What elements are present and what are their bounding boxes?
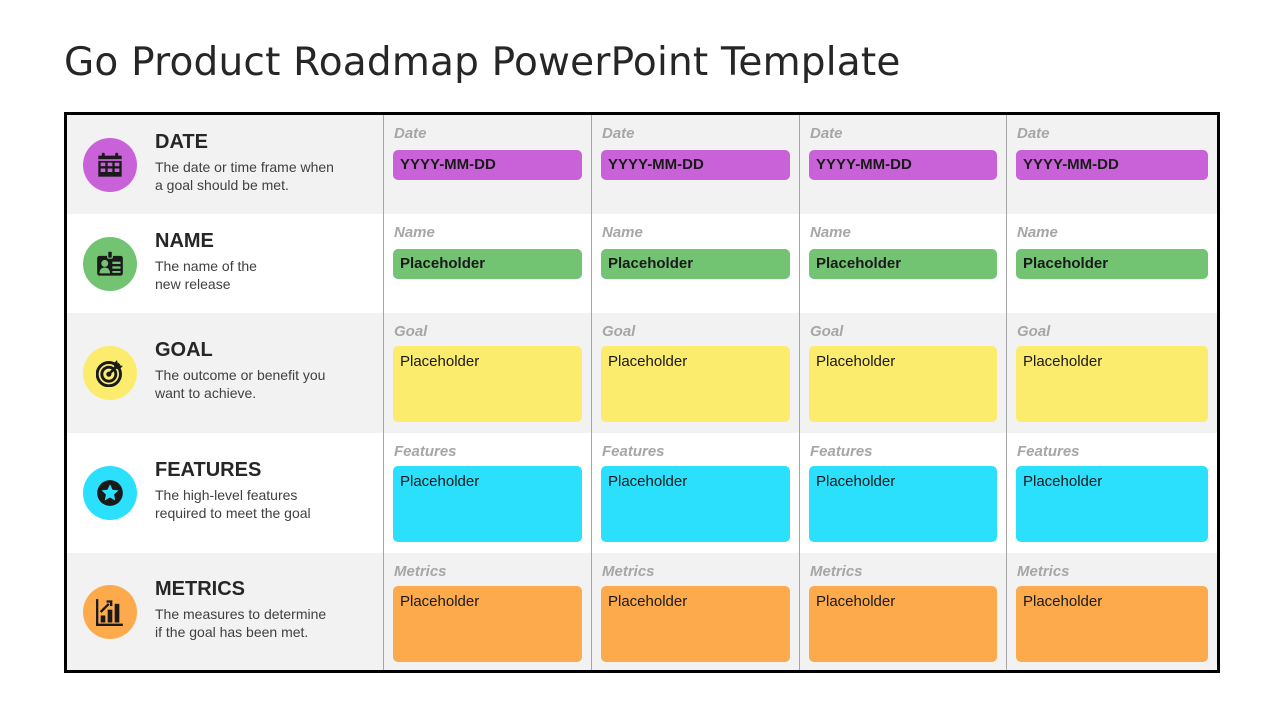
name-field[interactable]: Placeholder [809,249,997,279]
cell-caption: Metrics [810,563,863,580]
cell-caption: Features [1017,443,1080,460]
cell-caption: Features [394,443,457,460]
row-title: FEATURES [155,459,262,481]
cell-metrics-3: Metrics Placeholder [800,553,1007,670]
cell-date-2: Date YYYY-MM-DD [592,115,800,214]
cell-metrics-1: Metrics Placeholder [384,553,592,670]
features-field[interactable]: Placeholder [601,466,790,542]
row-date: DATE The date or time frame when a goal sh… [67,115,1217,214]
date-field[interactable]: YYYY-MM-DD [393,150,582,180]
cell-features-1: Features Placeholder [384,433,592,553]
star-icon [83,466,137,520]
features-field[interactable]: Placeholder [809,466,997,542]
cell-date-1: Date YYYY-MM-DD [384,115,592,214]
cell-caption: Name [602,224,643,241]
goal-field[interactable]: Placeholder [1016,346,1208,422]
cell-name-1: Name Placeholder [384,214,592,313]
row-label-text: GOAL The outcome or benefit you want to ac… [155,338,325,402]
cell-caption: Date [602,125,635,142]
cell-name-3: Name Placeholder [800,214,1007,313]
cell-caption: Date [394,125,427,142]
cell-caption: Name [1017,224,1058,241]
cell-date-3: Date YYYY-MM-DD [800,115,1007,214]
metrics-field[interactable]: Placeholder [393,586,582,662]
features-field[interactable]: Placeholder [1016,466,1208,542]
cell-caption: Metrics [602,563,655,580]
cell-caption: Date [1017,125,1050,142]
cell-name-4: Name Placeholder [1007,214,1217,313]
row-description: The date or time frame when a goal should… [155,158,334,193]
cell-caption: Features [602,443,665,460]
cell-caption: Metrics [1017,563,1070,580]
cell-name-2: Name Placeholder [592,214,800,313]
row-description: The high-level features required to meet … [155,487,311,521]
metrics-field[interactable]: Placeholder [601,586,790,662]
row-description: The name of the new release [155,257,257,292]
cell-caption: Goal [602,323,636,340]
name-field[interactable]: Placeholder [393,249,582,279]
row-description: The outcome or benefit you want to achiev… [155,367,326,401]
cell-caption: Features [810,443,873,460]
goal-field[interactable]: Placeholder [393,346,582,422]
features-field[interactable]: Placeholder [393,466,582,542]
slide-title: Go Product Roadmap PowerPoint Template [64,40,901,85]
cell-caption: Name [810,224,851,241]
cell-date-4: Date YYYY-MM-DD [1007,115,1217,214]
row-features: FEATURES The high-level features required … [67,433,1217,553]
row-label-text: METRICS The measures to determine if the g… [155,577,326,641]
id-badge-icon [83,236,137,291]
row-title: DATE [155,130,208,153]
date-field[interactable]: YYYY-MM-DD [1016,150,1208,180]
cell-caption: Name [394,224,435,241]
row-label-text: FEATURES The high-level features required … [155,458,311,522]
row-label-features: FEATURES The high-level features required … [67,433,384,553]
row-description: The measures to determine if the goal has… [155,605,327,640]
row-label-text: DATE The date or time frame when a goal sh… [155,130,334,194]
cell-caption: Metrics [394,563,447,580]
row-name: NAME The name of the new release Name Placeh… [67,214,1217,313]
cell-features-2: Features Placeholder [592,433,800,553]
cell-caption: Date [810,125,843,142]
name-field[interactable]: Placeholder [601,249,790,279]
bar-chart-icon [83,584,137,639]
date-field[interactable]: YYYY-MM-DD [809,150,997,180]
goal-field[interactable]: Placeholder [809,346,997,422]
cell-features-3: Features Placeholder [800,433,1007,553]
cell-goal-4: Goal Placeholder [1007,313,1217,433]
cell-metrics-2: Metrics Placeholder [592,553,800,670]
row-goal: GOAL The outcome or benefit you want to ac… [67,313,1217,433]
row-label-date: DATE The date or time frame when a goal sh… [67,115,384,214]
row-label-metrics: METRICS The measures to determine if the g… [67,553,384,670]
cell-features-4: Features Placeholder [1007,433,1217,553]
row-label-name: NAME The name of the new release [67,214,384,313]
row-metrics: METRICS The measures to determine if the g… [67,553,1217,670]
cell-goal-3: Goal Placeholder [800,313,1007,433]
goal-field[interactable]: Placeholder [601,346,790,422]
row-label-text: NAME The name of the new release [155,229,257,293]
metrics-field[interactable]: Placeholder [1016,586,1208,662]
row-title: GOAL [155,339,213,361]
date-field[interactable]: YYYY-MM-DD [601,150,790,180]
row-title: NAME [155,229,214,252]
row-label-goal: GOAL The outcome or benefit you want to ac… [67,313,384,433]
cell-caption: Goal [1017,323,1051,340]
cell-goal-2: Goal Placeholder [592,313,800,433]
cell-caption: Goal [810,323,844,340]
cell-metrics-4: Metrics Placeholder [1007,553,1217,670]
row-title: METRICS [155,577,245,600]
metrics-field[interactable]: Placeholder [809,586,997,662]
name-field[interactable]: Placeholder [1016,249,1208,279]
cell-caption: Goal [394,323,428,340]
target-icon [83,346,137,400]
calendar-icon [83,137,137,192]
cell-goal-1: Goal Placeholder [384,313,592,433]
roadmap-table: DATE The date or time frame when a goal sh… [64,112,1220,673]
